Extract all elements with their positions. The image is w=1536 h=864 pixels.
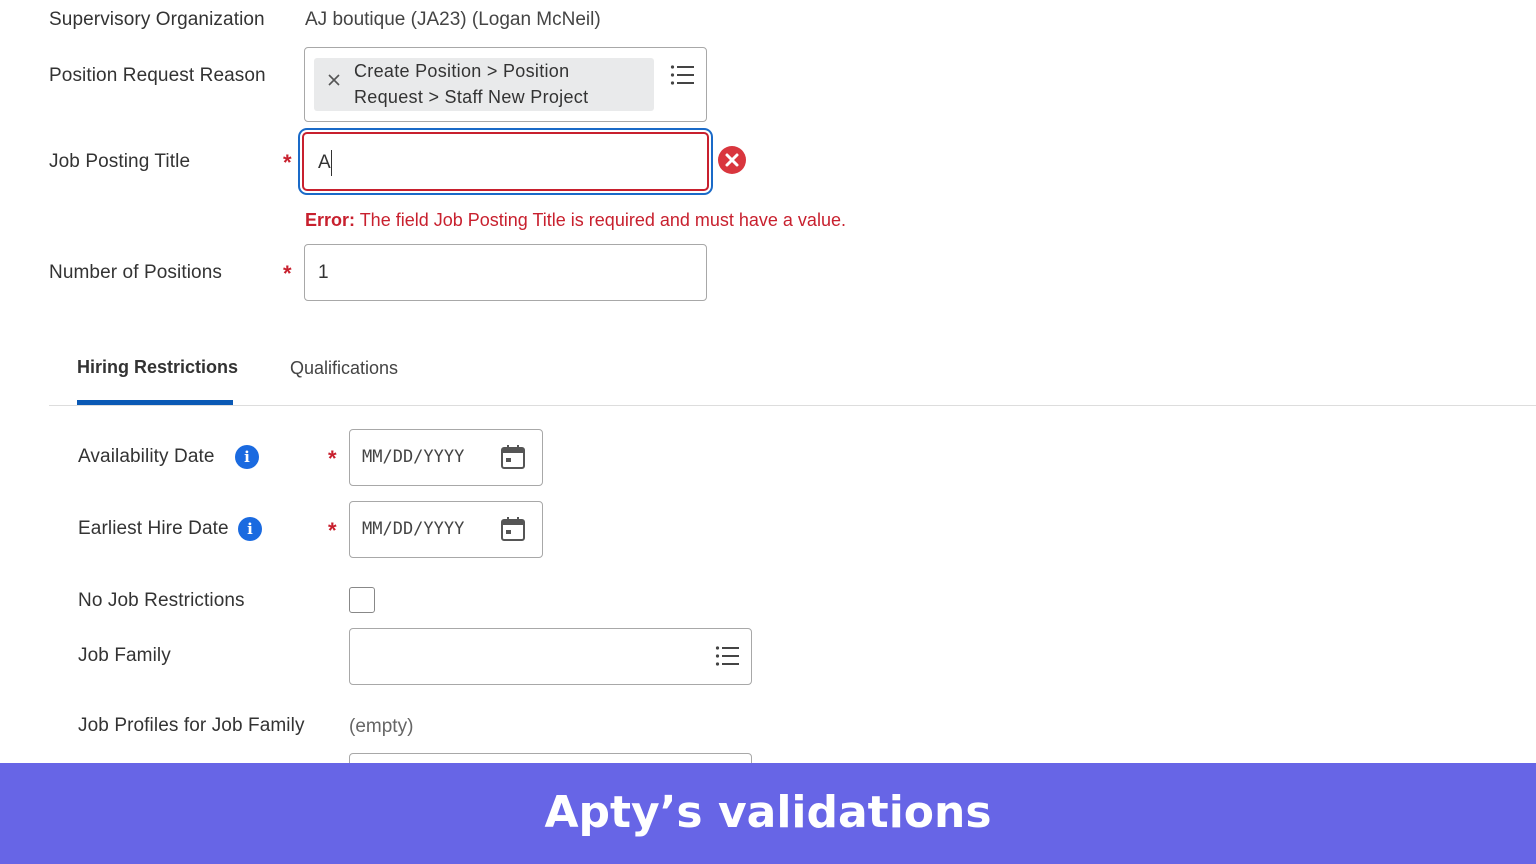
- required-marker: *: [328, 446, 337, 471]
- earliest-hire-date-input[interactable]: MM/DD/YYYY: [349, 501, 543, 558]
- no-job-restrictions-label: No Job Restrictions: [78, 590, 245, 611]
- supervisory-org-value: AJ boutique (JA23) (Logan McNeil): [305, 9, 601, 30]
- selected-reason-line2: Request > Staff New Project: [354, 87, 589, 107]
- tab-qualifications[interactable]: Qualifications: [290, 358, 398, 379]
- required-marker: *: [283, 150, 292, 175]
- text-cursor: [331, 150, 332, 176]
- error-message: The field Job Posting Title is required …: [355, 210, 846, 230]
- calendar-icon[interactable]: [500, 444, 526, 470]
- close-icon[interactable]: [326, 72, 342, 88]
- caption-text: Apty’s validations: [544, 787, 992, 838]
- number-of-positions-label: Number of Positions: [49, 262, 222, 283]
- required-marker: *: [283, 261, 292, 286]
- job-family-prompt[interactable]: [349, 628, 752, 685]
- selected-reason-pill: Create Position > Position Request > Sta…: [314, 58, 654, 111]
- supervisory-org-label: Supervisory Organization: [49, 9, 265, 30]
- job-posting-title-error: Error: The field Job Posting Title is re…: [305, 210, 846, 231]
- availability-date-input[interactable]: MM/DD/YYYY: [349, 429, 543, 486]
- earliest-hire-date-placeholder: MM/DD/YYYY: [362, 519, 465, 539]
- no-job-restrictions-checkbox[interactable]: [349, 587, 375, 613]
- position-request-reason-label: Position Request Reason: [49, 65, 266, 86]
- error-prefix: Error:: [305, 210, 356, 230]
- error-circle-icon[interactable]: [717, 145, 747, 175]
- availability-date-placeholder: MM/DD/YYYY: [362, 447, 465, 467]
- number-of-positions-input[interactable]: 1: [304, 244, 707, 301]
- position-request-reason-prompt[interactable]: Create Position > Position Request > Sta…: [304, 47, 707, 122]
- list-icon[interactable]: [670, 64, 696, 86]
- earliest-hire-date-label: Earliest Hire Date: [78, 518, 229, 539]
- list-icon[interactable]: [715, 645, 741, 667]
- number-of-positions-value: 1: [318, 262, 329, 283]
- availability-date-label: Availability Date: [78, 446, 215, 467]
- job-posting-title-input[interactable]: A: [302, 132, 709, 191]
- job-posting-title-value: A: [318, 152, 331, 173]
- required-marker: *: [328, 518, 337, 543]
- info-icon[interactable]: i: [238, 517, 262, 541]
- job-posting-title-label: Job Posting Title: [49, 151, 191, 172]
- tab-divider: [49, 405, 1536, 406]
- info-icon[interactable]: i: [235, 445, 259, 469]
- tab-hiring-restrictions[interactable]: Hiring Restrictions: [77, 357, 238, 378]
- calendar-icon[interactable]: [500, 516, 526, 542]
- job-profiles-value: (empty): [349, 716, 414, 737]
- job-profiles-label: Job Profiles for Job Family: [78, 715, 305, 736]
- caption-banner: Apty’s validations: [0, 763, 1536, 864]
- selected-reason-line1: Create Position > Position: [354, 61, 570, 81]
- job-family-label: Job Family: [78, 645, 171, 666]
- active-tab-indicator: [77, 400, 233, 405]
